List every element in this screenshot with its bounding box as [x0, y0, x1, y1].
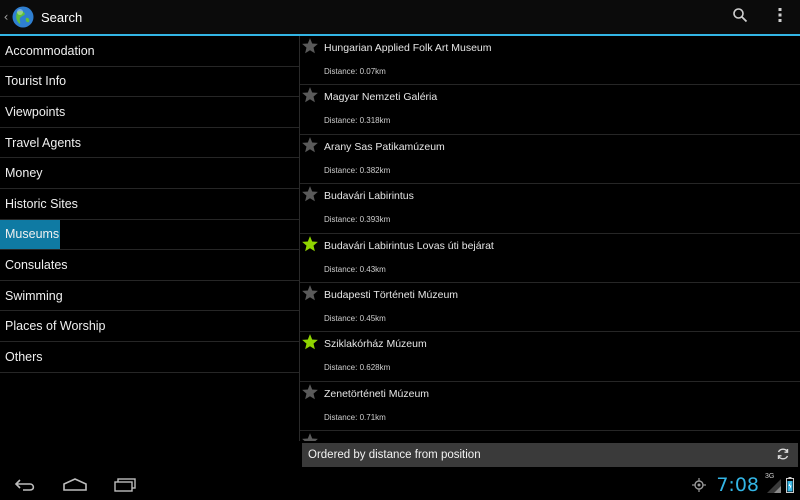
network-type-label: 3G [765, 473, 775, 480]
list-item[interactable]: Zenetörténeti Múzeum Distance: 0.71km [300, 382, 800, 432]
sidebar-item-accommodation[interactable]: Accommodation [0, 36, 299, 67]
recent-apps-button[interactable] [107, 475, 143, 497]
list-item[interactable]: Budavári Labirintus Distance: 0.393km [300, 184, 800, 234]
home-button[interactable] [57, 475, 93, 497]
sidebar-item-travel-agents[interactable]: Travel Agents [0, 128, 299, 159]
chevron-left-icon[interactable]: ‹ [1, 0, 11, 34]
list-item[interactable]: Magyar Nemzeti Galéria Distance: 0.318km [300, 85, 800, 135]
list-item[interactable]: Arany Sas Patikamúzeum Distance: 0.382km [300, 135, 800, 185]
poi-name: Budapesti Történeti Múzeum [324, 288, 459, 301]
sidebar-item-label: Places of Worship [5, 319, 106, 334]
sidebar-item-label: Accommodation [5, 43, 95, 58]
system-nav-bar: 7:08 3G [0, 470, 800, 500]
order-status-text: Ordered by distance from position [308, 449, 481, 461]
gps-icon [690, 476, 708, 494]
sidebar-item-museums[interactable]: Museums [0, 219, 299, 251]
poi-distance: Distance: 0.45km [324, 313, 386, 323]
back-icon [14, 477, 38, 496]
poi-name: Zenetörténeti Múzeum [324, 387, 430, 400]
poi-distance: Distance: 0.628km [324, 363, 391, 373]
battery-icon [786, 477, 794, 493]
sidebar-item-label: Consulates [5, 257, 68, 272]
star-icon[interactable] [301, 37, 319, 55]
sidebar-item-others[interactable]: Others [0, 342, 299, 373]
sidebar-item-label: Swimming [5, 288, 63, 303]
poi-name: Hungarian Applied Folk Art Museum [324, 42, 492, 54]
star-icon[interactable] [301, 383, 319, 401]
star-icon[interactable] [301, 432, 319, 441]
sidebar-item-label: Others [5, 349, 43, 364]
page-title: Search [41, 9, 83, 25]
refresh-icon [776, 446, 790, 465]
poi-name: Arany Sas Patikamúzeum [324, 140, 445, 153]
category-list: Accommodation Tourist Info Viewpoints Trave… [0, 36, 299, 441]
overflow-menu-button[interactable] [760, 0, 800, 34]
star-icon[interactable] [301, 86, 319, 104]
recent-apps-icon [113, 477, 137, 496]
star-icon[interactable] [301, 333, 319, 351]
star-icon[interactable] [301, 185, 319, 203]
action-bar: ‹ Search [0, 0, 800, 34]
poi-name: Budavári Labirintus [324, 190, 414, 203]
globe-icon[interactable] [12, 6, 34, 28]
sidebar-item-label: Tourist Info [5, 74, 67, 89]
poi-list[interactable]: Hungarian Applied Folk Art Museum Distanc… [300, 36, 800, 441]
sidebar-item-label: Viewpoints [5, 104, 66, 119]
status-clock: 7:08 [716, 474, 759, 496]
order-status-bar: Ordered by distance from position [302, 443, 798, 467]
home-icon [62, 477, 88, 496]
sidebar-item-label: Museums [0, 219, 60, 250]
poi-name: Sziklakórház Múzeum [324, 338, 427, 351]
list-item[interactable]: Sziklakórház Múzeum Distance: 0.628km [300, 332, 800, 382]
poi-distance: Distance: 0.318km [324, 116, 391, 126]
list-item[interactable] [300, 431, 800, 441]
sidebar-item-label: Historic Sites [5, 196, 78, 211]
poi-distance: Distance: 0.393km [324, 215, 391, 225]
poi-distance: Distance: 0.382km [324, 165, 391, 175]
poi-name: Magyar Nemzeti Galéria [324, 91, 438, 104]
list-item[interactable]: Budapesti Történeti Múzeum Distance: 0.45… [300, 283, 800, 333]
sidebar-item-viewpoints[interactable]: Viewpoints [0, 97, 299, 128]
sidebar-item-label: Travel Agents [5, 135, 81, 150]
star-icon[interactable] [301, 235, 319, 253]
sidebar-item-money[interactable]: Money [0, 158, 299, 189]
sidebar-item-places-of-worship[interactable]: Places of Worship [0, 311, 299, 342]
sidebar-item-swimming[interactable]: Swimming [0, 281, 299, 312]
sidebar-item-label: Money [5, 166, 43, 181]
refresh-button[interactable] [774, 446, 792, 464]
poi-distance: Distance: 0.43km [324, 264, 386, 274]
list-item[interactable]: Hungarian Applied Folk Art Museum Distanc… [300, 36, 800, 86]
back-button[interactable] [8, 475, 44, 497]
sidebar-item-historic-sites[interactable]: Historic Sites [0, 189, 299, 220]
search-icon [732, 7, 748, 27]
star-icon[interactable] [301, 284, 319, 302]
search-button[interactable] [720, 0, 760, 34]
sidebar-item-consulates[interactable]: Consulates [0, 250, 299, 281]
poi-distance: Distance: 0.71km [324, 412, 386, 422]
list-item[interactable]: Budavári Labirintus Lovas úti bejárat Dis… [300, 234, 800, 283]
poi-distance: Distance: 0.07km [324, 67, 386, 76]
signal-icon: 3G [765, 473, 783, 494]
poi-name: Budavári Labirintus Lovas úti bejárat [324, 239, 494, 252]
sidebar-item-tourist-info[interactable]: Tourist Info [0, 67, 299, 98]
star-icon[interactable] [301, 136, 319, 154]
overflow-menu-icon [777, 7, 783, 27]
